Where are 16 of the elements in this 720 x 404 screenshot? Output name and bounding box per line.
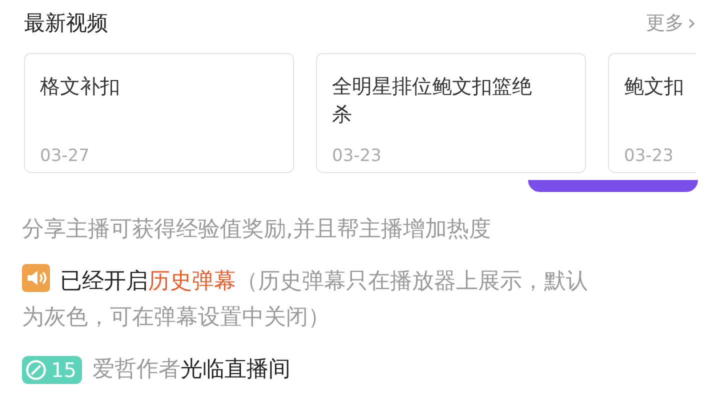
system-message: 已经开启历史弹幕（历史弹幕只在播放器上展示，默认为灰色，可在弹幕设置中关闭） — [22, 264, 597, 336]
video-card[interactable]: 全明星排位鲍文扣篮绝杀 03-23 — [316, 53, 586, 173]
video-title: 全明星排位鲍文扣篮绝杀 — [332, 73, 533, 128]
video-card[interactable]: 格文补扣 03-27 — [24, 53, 294, 173]
level-badge: 15 — [22, 356, 82, 384]
notice-text: 分享主播可获得经验值奖励,并且帮主播增加热度 — [22, 216, 491, 244]
video-date: 03-23 — [624, 146, 674, 166]
section-title: 最新视频 — [24, 10, 108, 37]
video-title: 格文补扣 — [40, 73, 121, 100]
video-date: 03-27 — [40, 146, 90, 166]
enter-message: 爱哲作者光临直播间 — [92, 356, 290, 384]
action-button[interactable] — [528, 180, 698, 192]
video-date: 03-23 — [332, 146, 382, 166]
speaker-icon — [22, 264, 50, 292]
video-card[interactable]: 鲍文扣 03-23 — [608, 53, 696, 173]
video-title: 鲍文扣 — [624, 73, 685, 100]
